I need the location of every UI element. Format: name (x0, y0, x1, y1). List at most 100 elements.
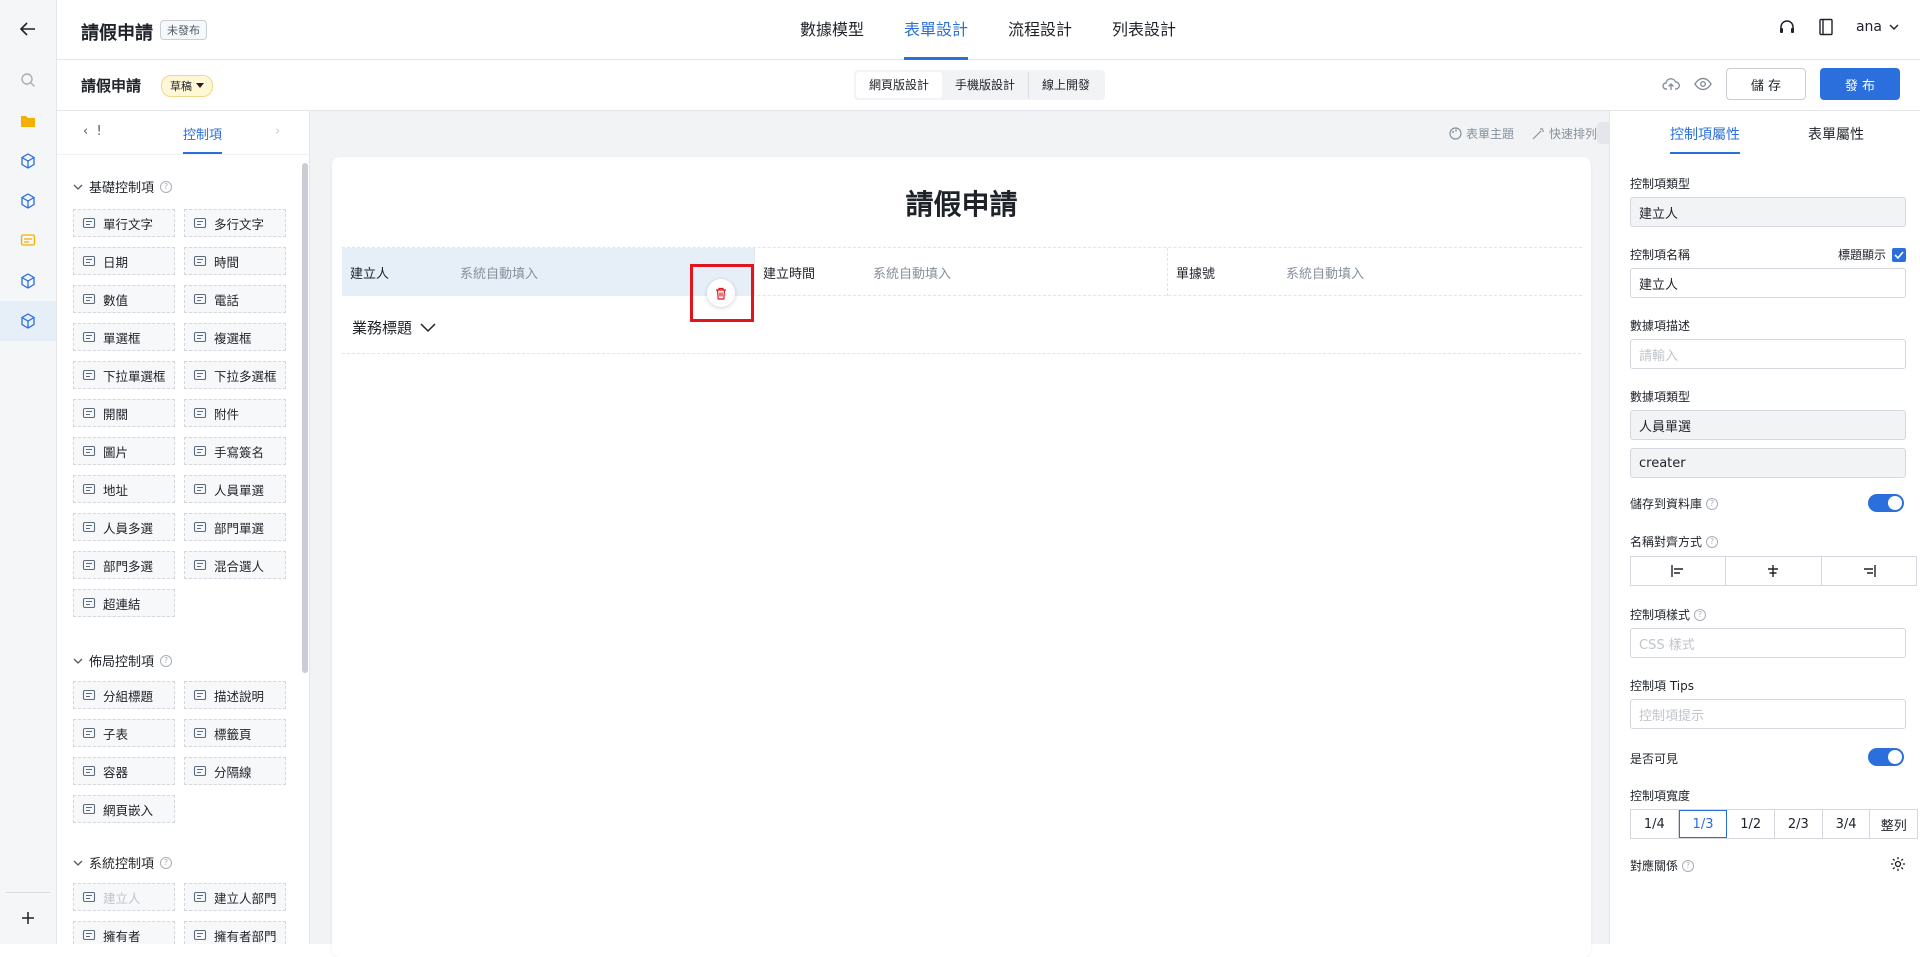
mode-web[interactable]: 網頁版設計 (856, 72, 943, 98)
palette-control-item[interactable]: 擁有者 (73, 921, 175, 944)
field-doc-number[interactable]: 單據號 系統自動填入 (1168, 248, 1581, 296)
section-system[interactable]: 系統控制項? (73, 853, 173, 872)
css-style-input[interactable]: CSS 樣式 (1630, 628, 1906, 658)
field-created-time[interactable]: 建立時間 系統自動填入 (755, 248, 1168, 296)
palette-control-item[interactable]: 擁有者部門 (184, 921, 286, 944)
mode-online-dev[interactable]: 線上開發 (1029, 72, 1103, 98)
preview-eye-icon[interactable] (1694, 77, 1712, 91)
cube-icon[interactable] (0, 181, 56, 221)
palette-control-item[interactable]: 子表 (73, 719, 175, 747)
tab-controls[interactable]: 控制項 (183, 124, 223, 154)
palette-control-item[interactable]: 圖片 (73, 437, 175, 465)
message-icon[interactable] (0, 221, 56, 261)
width-option[interactable]: 3/4 (1823, 810, 1871, 838)
group-title[interactable]: 業務標題 (352, 317, 436, 338)
palette-control-item[interactable]: 單選框 (73, 323, 175, 351)
user-menu[interactable]: ana (1856, 19, 1900, 35)
control-type-icon (193, 368, 207, 382)
palette-scrollbar[interactable] (302, 163, 308, 673)
palette-control-item[interactable]: 下拉單選框 (73, 361, 175, 389)
folder-icon[interactable] (0, 101, 56, 141)
palette-control-item[interactable]: 電話 (184, 285, 286, 313)
show-title-checkbox[interactable]: 標題顯示 (1838, 246, 1906, 263)
tab-list-design[interactable]: 列表設計 (1112, 0, 1176, 60)
prop-label: 控制項寬度 (1630, 789, 1691, 803)
help-icon: ? (1706, 535, 1719, 548)
palette-control-item[interactable]: 人員多選 (73, 513, 175, 541)
palette-control-item[interactable]: 超連結 (73, 589, 175, 617)
width-option[interactable]: 2/3 (1775, 810, 1823, 838)
visible-toggle[interactable] (1868, 748, 1904, 766)
tab-control-props[interactable]: 控制項屬性 (1670, 124, 1740, 154)
palette-control-item[interactable]: 標籤頁 (184, 719, 286, 747)
cube-icon[interactable] (0, 261, 56, 301)
tab-flow-design[interactable]: 流程設計 (1008, 0, 1072, 60)
palette-control-label: 標籤頁 (214, 726, 252, 742)
palette-control-item[interactable]: 複選框 (184, 323, 286, 351)
palette-control-item[interactable]: 人員單選 (184, 475, 286, 503)
publish-button[interactable]: 發 布 (1820, 68, 1900, 100)
width-option[interactable]: 1/3 (1678, 810, 1728, 838)
cloud-upload-icon[interactable] (1662, 76, 1680, 92)
palette-control-label: 下拉多選框 (214, 368, 277, 384)
control-type-icon (82, 726, 96, 740)
palette-control-item[interactable]: 描述說明 (184, 681, 286, 709)
palette-control-item[interactable]: 容器 (73, 757, 175, 785)
palette-control-item[interactable]: 混合選人 (184, 551, 286, 579)
section-layout[interactable]: 佈局控制項? (73, 651, 173, 670)
palette-control-item[interactable]: 地址 (73, 475, 175, 503)
palette-control-item[interactable]: 手寫簽名 (184, 437, 286, 465)
control-name-input[interactable]: 建立人 (1630, 268, 1906, 298)
palette-control-item[interactable]: 部門單選 (184, 513, 286, 541)
mode-mobile[interactable]: 手機版設計 (942, 72, 1030, 98)
width-option[interactable]: 整列 (1870, 810, 1917, 838)
palette-control-item[interactable]: 附件 (184, 399, 286, 427)
palette-next-icon[interactable]: › (275, 124, 280, 139)
width-option[interactable]: 1/2 (1727, 810, 1776, 838)
draft-dropdown[interactable]: 草稿 (161, 75, 213, 97)
palette-control-item[interactable]: 時間 (184, 247, 286, 275)
plus-icon[interactable] (0, 898, 56, 938)
palette-control-item[interactable]: 開關 (73, 399, 175, 427)
palette-control-item[interactable]: 分組標題 (73, 681, 175, 709)
tab-data-model[interactable]: 數據模型 (800, 0, 864, 60)
form-title[interactable]: 請假申請 (332, 183, 1591, 223)
book-icon[interactable] (1818, 18, 1834, 36)
width-option[interactable]: 1/4 (1631, 810, 1679, 838)
cube-icon[interactable] (0, 141, 56, 181)
palette-control-item[interactable]: 建立人 (73, 883, 175, 911)
section-basic[interactable]: 基礎控制項? (73, 177, 173, 196)
form-paper: 請假申請 建立人 系統自動填入 建立時間 系統自動填入 單據號 系統自動填入 業… (332, 157, 1591, 957)
palette-control-item[interactable]: 下拉多選框 (184, 361, 286, 389)
align-center-icon[interactable] (1726, 557, 1822, 585)
palette-prev[interactable]: ‹ ! (83, 124, 102, 139)
palette-control-item[interactable]: 多行文字 (184, 209, 286, 237)
tab-form-props[interactable]: 表單屬性 (1808, 124, 1864, 144)
palette-control-item[interactable]: 部門多選 (73, 551, 175, 579)
collapse-right-handle[interactable] (1597, 122, 1609, 144)
palette-control-item[interactable]: 分隔線 (184, 757, 286, 785)
save-db-toggle[interactable] (1868, 494, 1904, 512)
help-icon: ? (1682, 859, 1695, 872)
save-button[interactable]: 儲 存 (1726, 68, 1806, 100)
form-theme-button[interactable]: 表單主題 (1449, 125, 1514, 142)
gear-icon[interactable] (1890, 856, 1906, 872)
align-left-icon[interactable] (1631, 557, 1727, 585)
palette-control-item[interactable]: 建立人部門 (184, 883, 286, 911)
palette-control-item[interactable]: 數值 (73, 285, 175, 313)
palette-control-item[interactable]: 日期 (73, 247, 175, 275)
back-arrow-icon[interactable] (0, 9, 56, 49)
align-right-icon[interactable] (1822, 557, 1916, 585)
headset-icon[interactable] (1778, 18, 1796, 36)
palette-control-item[interactable]: 網頁嵌入 (73, 795, 175, 823)
tab-form-design[interactable]: 表單設計 (904, 0, 969, 60)
palette-control-label: 部門多選 (103, 558, 154, 574)
description-input[interactable]: 請輸入 (1630, 339, 1906, 369)
user-name: ana (1855, 19, 1882, 35)
tips-input[interactable]: 控制項提示 (1630, 699, 1906, 729)
palette-control-item[interactable]: 單行文字 (73, 209, 175, 237)
delete-field-button[interactable] (707, 279, 735, 307)
cube-icon[interactable] (0, 301, 56, 341)
search-icon[interactable] (0, 60, 56, 100)
quick-arrange-button[interactable]: 快速排列 (1532, 125, 1597, 142)
